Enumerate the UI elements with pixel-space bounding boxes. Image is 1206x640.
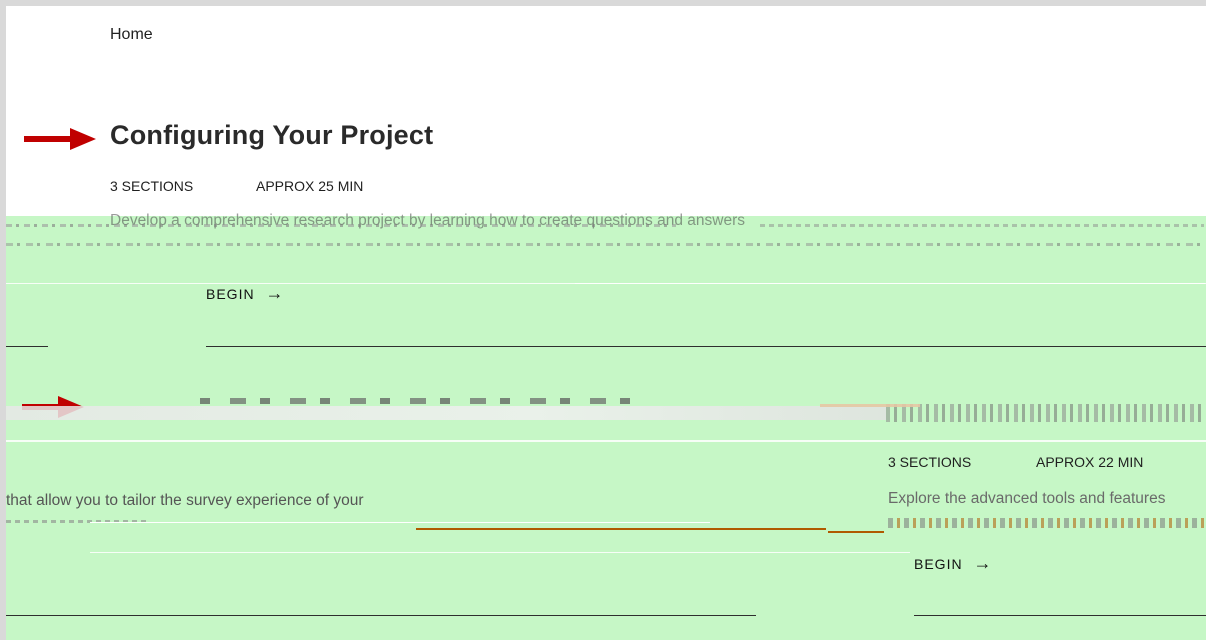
overlay-noise [6,243,1204,246]
overlay-noise [828,531,884,533]
overlay-stripe [6,440,1206,442]
course-sections-count: 3 SECTIONS [888,454,972,470]
overlay-noise [416,528,826,530]
overlay-noise [820,404,920,407]
overlay-region [6,216,1206,640]
begin-label: BEGIN [206,286,255,302]
overlay-noise [6,224,676,227]
divider [6,615,756,616]
overlay-noise [886,404,1204,422]
arrow-right-icon: → [973,553,993,573]
overlay-stripe [575,283,1205,284]
breadcrumb-home[interactable]: Home [110,26,153,44]
course-title[interactable]: Configuring Your Project [110,120,433,151]
overlay-noise [200,398,630,404]
overlay-stripe [90,552,910,553]
course-description: Develop a comprehensive research project… [110,212,745,229]
divider [6,346,48,347]
overlay-noise [760,224,1204,227]
overlay-noise [6,406,886,420]
course-description-right: Explore the advanced tools and features [888,490,1166,507]
red-arrow-marker [24,128,96,155]
begin-button[interactable]: BEGIN → [206,283,284,304]
overlay-noise [888,518,1204,528]
course-duration: APPROX 25 MIN [256,178,364,194]
overlay-noise [90,522,710,523]
begin-label: BEGIN [914,556,963,572]
begin-button[interactable]: BEGIN → [914,553,992,574]
divider [914,615,1206,616]
divider [206,346,1206,347]
course-duration: APPROX 22 MIN [1036,454,1144,470]
course-description-left: that allow you to tailor the survey expe… [6,492,364,509]
arrow-right-icon: → [265,283,285,303]
course-sections-count: 3 SECTIONS [110,178,194,194]
